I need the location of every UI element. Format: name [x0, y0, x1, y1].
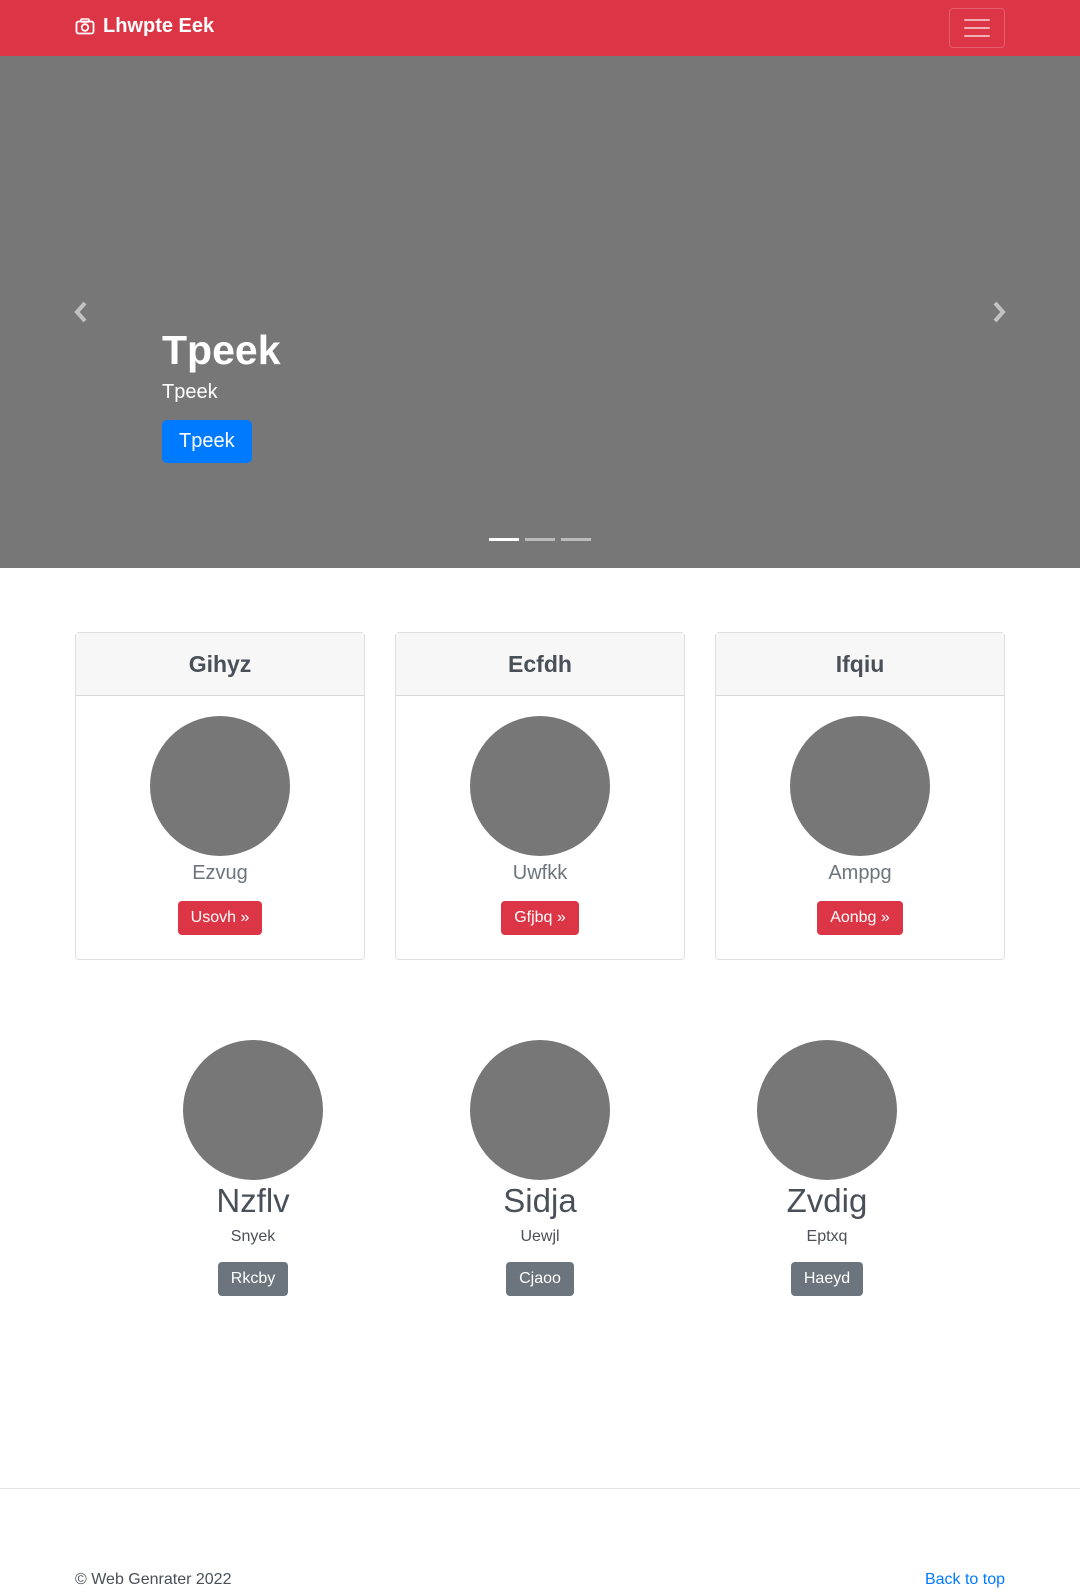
carousel-indicator-2[interactable] — [525, 538, 555, 541]
card-button[interactable]: Aonbg » — [817, 901, 903, 935]
avatar — [757, 1040, 897, 1180]
card-2: Ecfdh Uwfkk Gfjbq » — [395, 632, 685, 960]
card-header: Ecfdh — [396, 633, 684, 696]
card-subtitle: Uwfkk — [512, 862, 568, 884]
card-button[interactable]: Gfjbq » — [501, 901, 579, 935]
card-subtitle: Amppg — [828, 862, 892, 884]
feature-title: Sidja — [503, 1182, 577, 1219]
card-3: Ifqiu Amppg Aonbg » — [715, 632, 1005, 960]
feature-button[interactable]: Haeyd — [790, 1262, 864, 1296]
feature-1: Nzflv Snyek Rkcby — [153, 1040, 353, 1296]
card-button[interactable]: Usovh » — [177, 901, 263, 935]
carousel-cta-button[interactable]: Tpeek — [162, 420, 252, 464]
carousel-next-button[interactable] — [987, 298, 1011, 326]
carousel-heading: Tpeek — [162, 327, 281, 373]
camera-icon — [75, 17, 95, 34]
avatar — [183, 1040, 323, 1180]
card-subtitle: Ezvug — [192, 862, 248, 884]
brand-name: Lhwpte Eek — [103, 15, 215, 37]
feature-text: Eptxq — [806, 1228, 848, 1245]
navbar: Lhwpte Eek — [0, 0, 1080, 56]
navbar-toggler-button[interactable] — [949, 8, 1005, 48]
avatar — [150, 716, 290, 856]
card-header: Ifqiu — [716, 633, 1004, 696]
feature-button[interactable]: Rkcby — [217, 1262, 289, 1296]
avatar — [470, 1040, 610, 1180]
footer-copyright: © Web Genrater 2022 — [75, 1571, 232, 1588]
carousel-indicator-3[interactable] — [561, 538, 591, 541]
feature-title: Zvdig — [786, 1182, 868, 1219]
card-header: Gihyz — [76, 633, 364, 696]
carousel-indicator-1[interactable] — [489, 538, 519, 541]
footer-divider — [0, 1488, 1080, 1489]
carousel-subtext: Tpeek — [162, 381, 218, 404]
feature-text: Uewjl — [520, 1228, 560, 1245]
brand-link[interactable]: Lhwpte Eek — [75, 15, 214, 38]
card-1: Gihyz Ezvug Usovh » — [75, 632, 365, 960]
feature-3: Zvdig Eptxq Haeyd — [727, 1040, 927, 1296]
avatar — [790, 716, 930, 856]
feature-2: Sidja Uewjl Cjaoo — [440, 1040, 640, 1296]
carousel-indicators — [489, 538, 591, 541]
back-to-top-link[interactable]: Back to top — [925, 1571, 1005, 1589]
chevron-right-icon — [993, 301, 1006, 323]
feature-text: Snyek — [230, 1228, 276, 1245]
chevron-left-icon — [74, 301, 87, 323]
hero-carousel: Tpeek Tpeek Tpeek — [0, 56, 1080, 568]
carousel-prev-button[interactable] — [69, 298, 93, 326]
carousel-caption: Tpeek Tpeek Tpeek — [162, 326, 281, 464]
feature-title: Nzflv — [216, 1182, 290, 1219]
avatar — [470, 716, 610, 856]
hamburger-menu-icon — [964, 19, 990, 21]
feature-button[interactable]: Cjaoo — [506, 1262, 574, 1296]
